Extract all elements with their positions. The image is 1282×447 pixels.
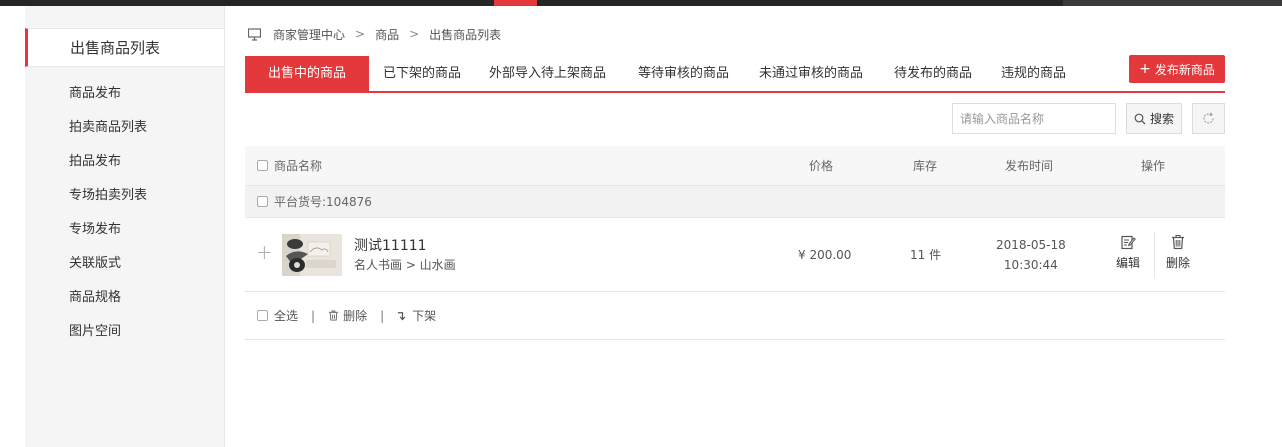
product-category: 名人书画 > 山水画 bbox=[354, 258, 456, 272]
header-price: 价格 bbox=[809, 159, 834, 173]
table-row: + 测试11111 名人书画 > 山水画 ¥ 200.00 11 件 2018-… bbox=[245, 218, 1225, 292]
group-sku-label: 平台货号:104876 bbox=[274, 195, 372, 209]
sidebar-item-image-space[interactable]: 图片空间 bbox=[69, 321, 147, 355]
ops-divider bbox=[1154, 232, 1155, 278]
product-stock: 11 件 bbox=[910, 248, 942, 262]
tab-review-rejected[interactable]: 未通过审核的商品 bbox=[759, 56, 863, 91]
tab-awaiting-review[interactable]: 等待审核的商品 bbox=[638, 56, 729, 91]
header-name: 商品名称 bbox=[274, 159, 323, 173]
edit-button[interactable]: 编辑 bbox=[1116, 234, 1140, 271]
select-all-checkbox[interactable] bbox=[257, 310, 268, 321]
select-all-label: 全选 bbox=[274, 309, 299, 323]
trash-icon bbox=[1172, 235, 1184, 250]
sidebar-item-auction-publish[interactable]: 拍品发布 bbox=[69, 151, 147, 185]
bulk-actions-bar: 全选 | 删除 | 下架 bbox=[245, 292, 1225, 340]
bulk-delete-button[interactable]: 删除 bbox=[328, 307, 367, 324]
footer-divider: | bbox=[380, 308, 385, 323]
header-checkbox[interactable] bbox=[257, 160, 268, 171]
footer-divider: | bbox=[311, 308, 316, 323]
bulk-offshelf-label: 下架 bbox=[412, 309, 437, 323]
breadcrumb-separator: > bbox=[409, 27, 420, 41]
refresh-icon bbox=[1203, 112, 1214, 124]
tab-bar: 出售中的商品 已下架的商品 外部导入待上架商品 等待审核的商品 未通过审核的商品… bbox=[245, 56, 1225, 93]
sidebar-menu: 商品发布 拍卖商品列表 拍品发布 专场拍卖列表 专场发布 关联版式 商品规格 图… bbox=[69, 83, 147, 355]
group-cell: 平台货号:104876 bbox=[257, 186, 372, 217]
breadcrumb-home[interactable]: 商家管理中心 bbox=[273, 26, 345, 43]
table-header: 商品名称 价格 库存 发布时间 操作 bbox=[245, 146, 1225, 185]
product-price: ¥ 200.00 bbox=[798, 247, 852, 262]
delete-label: 删除 bbox=[1166, 256, 1191, 270]
search-input[interactable] bbox=[952, 103, 1116, 134]
breadcrumb-current: 出售商品列表 bbox=[429, 27, 502, 42]
search-button-label: 搜索 bbox=[1149, 112, 1174, 126]
tab-pending-publish[interactable]: 待发布的商品 bbox=[894, 56, 972, 91]
header-name-cell: 商品名称 bbox=[257, 146, 322, 185]
header-ops: 操作 bbox=[1141, 159, 1166, 173]
header-stock: 库存 bbox=[913, 159, 938, 173]
sidebar-item-product-spec[interactable]: 商品规格 bbox=[69, 287, 147, 321]
tab-violations[interactable]: 违规的商品 bbox=[1001, 56, 1066, 91]
sidebar-title[interactable]: 出售商品列表 bbox=[25, 28, 224, 67]
breadcrumb-products[interactable]: 商品 bbox=[375, 26, 399, 43]
product-name[interactable]: 测试11111 bbox=[354, 235, 427, 255]
breadcrumb: 商家管理中心 > 商品 > 出售商品列表 bbox=[247, 26, 502, 43]
sidebar-item-related-layout[interactable]: 关联版式 bbox=[69, 253, 147, 287]
product-thumbnail[interactable] bbox=[282, 234, 342, 276]
sidebar-item-session-publish[interactable]: 专场发布 bbox=[69, 219, 147, 253]
publish-clock: 10:30:44 bbox=[1003, 258, 1058, 272]
top-bar-accent bbox=[494, 0, 537, 6]
sidebar: 出售商品列表 商品发布 拍卖商品列表 拍品发布 专场拍卖列表 专场发布 关联版式… bbox=[25, 6, 225, 447]
plus-icon: + bbox=[1139, 61, 1151, 77]
group-bar: 平台货号:104876 bbox=[245, 185, 1225, 218]
bulk-delete-label: 删除 bbox=[343, 309, 368, 323]
edit-label: 编辑 bbox=[1116, 256, 1141, 270]
select-all[interactable]: 全选 bbox=[257, 307, 298, 324]
breadcrumb-separator: > bbox=[355, 27, 366, 41]
expand-icon[interactable]: + bbox=[256, 240, 273, 264]
publish-new-product-button[interactable]: + 发布新商品 bbox=[1129, 55, 1225, 83]
product-publish-time: 2018-05-18 10:30:44 bbox=[996, 235, 1066, 275]
sidebar-item-publish-product[interactable]: 商品发布 bbox=[69, 83, 147, 117]
publish-date: 2018-05-18 bbox=[996, 238, 1066, 252]
tab-imported-pending[interactable]: 外部导入待上架商品 bbox=[489, 56, 606, 91]
search-button[interactable]: 搜索 bbox=[1126, 103, 1182, 134]
top-bar-segment bbox=[1063, 0, 1282, 6]
arrow-down-icon bbox=[398, 312, 406, 321]
publish-button-label: 发布新商品 bbox=[1154, 62, 1215, 77]
monitor-icon bbox=[247, 27, 262, 41]
sidebar-item-auction-list[interactable]: 拍卖商品列表 bbox=[69, 117, 147, 151]
tab-on-sale[interactable]: 出售中的商品 bbox=[245, 56, 369, 91]
header-time: 发布时间 bbox=[1005, 159, 1054, 173]
search-icon bbox=[1134, 113, 1146, 124]
edit-icon bbox=[1121, 235, 1136, 250]
trash-icon bbox=[328, 310, 339, 321]
delete-button[interactable]: 删除 bbox=[1166, 234, 1190, 271]
sidebar-item-session-list[interactable]: 专场拍卖列表 bbox=[69, 185, 147, 219]
group-checkbox[interactable] bbox=[257, 196, 268, 207]
refresh-button[interactable] bbox=[1192, 103, 1225, 134]
bulk-offshelf-button[interactable]: 下架 bbox=[397, 307, 436, 324]
tab-off-shelf[interactable]: 已下架的商品 bbox=[383, 56, 461, 91]
